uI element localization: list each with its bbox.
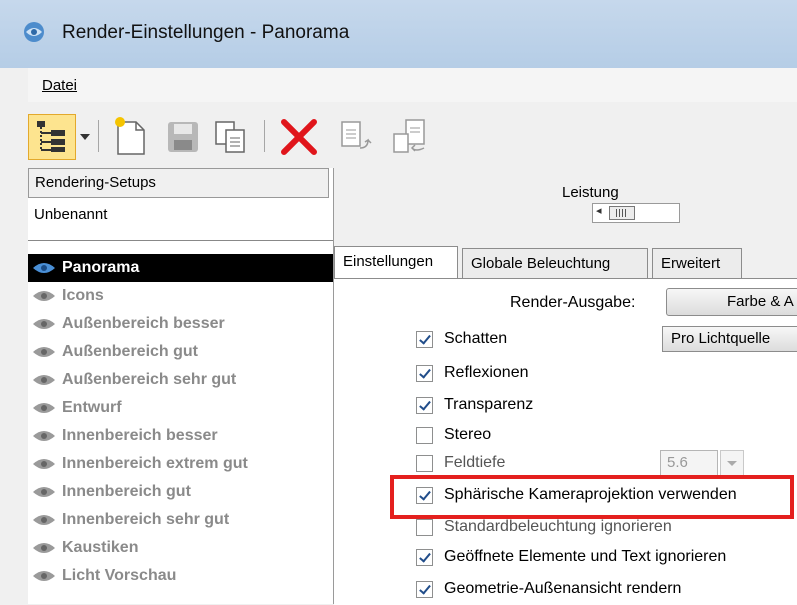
rendering-setups-label: Rendering-Setups	[35, 174, 156, 191]
stereo-checkbox[interactable]	[416, 427, 433, 444]
option-render-exterior[interactable]: Geometrie-Außenansicht rendern	[416, 578, 797, 602]
eye-icon	[33, 403, 55, 413]
list-item[interactable]: Innenbereich extrem gut	[28, 450, 333, 478]
eye-icon	[33, 515, 55, 525]
delete-icon	[281, 119, 317, 155]
eye-icon	[33, 319, 55, 329]
export-button[interactable]	[332, 114, 378, 158]
shadows-checkbox[interactable]	[416, 331, 433, 348]
list-item[interactable]: Innenbereich sehr gut	[28, 506, 333, 534]
performance-slider[interactable]: ◂	[592, 203, 680, 223]
eye-icon	[33, 543, 55, 553]
title-bar: Render-Einstellungen - Panorama	[0, 0, 797, 68]
list-item[interactable]: Außenbereich besser	[28, 310, 333, 338]
option-transparency[interactable]: Transparenz	[416, 394, 797, 418]
copy-icon	[215, 121, 245, 153]
toolbar-separator	[98, 120, 99, 152]
import-icon	[393, 119, 425, 153]
export-icon	[341, 121, 372, 149]
toolbar	[28, 102, 797, 168]
new-button[interactable]	[108, 114, 154, 158]
setup-name-field[interactable]: Unbenannt	[34, 206, 107, 223]
list-item[interactable]: Außenbereich sehr gut	[28, 366, 333, 394]
tree-view-icon	[37, 121, 65, 152]
tab-settings[interactable]: Einstellungen	[334, 246, 458, 279]
new-document-icon	[115, 117, 145, 155]
depth-of-field-checkbox[interactable]	[416, 455, 433, 472]
eye-icon	[33, 571, 55, 581]
performance-label: Leistung	[562, 184, 619, 201]
eye-icon	[33, 431, 55, 441]
tab-advanced[interactable]: Erweitert	[652, 248, 742, 280]
depth-of-field-input[interactable]: 5.6	[660, 450, 718, 476]
option-reflections[interactable]: Reflexionen	[416, 362, 797, 386]
save-button[interactable]	[160, 114, 206, 158]
list-item[interactable]: Licht Vorschau	[28, 562, 333, 590]
eye-icon	[33, 375, 55, 385]
rendering-setups-panel: Rendering-Setups Unbenannt Panorama Icon…	[28, 168, 334, 604]
option-stereo[interactable]: Stereo	[416, 424, 797, 448]
list-item[interactable]: Panorama	[28, 254, 333, 282]
eye-icon	[33, 291, 55, 301]
copy-button[interactable]	[208, 114, 254, 158]
app-icon	[24, 22, 44, 42]
slider-thumb[interactable]	[609, 206, 635, 220]
ignore-default-lighting-checkbox[interactable]	[416, 519, 433, 536]
rendering-setups-header: Rendering-Setups	[28, 168, 329, 198]
tab-global-illumination[interactable]: Globale Beleuchtung	[462, 248, 648, 280]
settings-panel: Leistung ◂ Einstellungen Globale Beleuch…	[334, 168, 797, 605]
option-ignore-default-lighting[interactable]: Standardbeleuchtung ignorieren	[416, 516, 797, 540]
list-item[interactable]: Kaustiken	[28, 534, 333, 562]
render-output-button[interactable]: Farbe & A	[666, 288, 797, 316]
reflections-checkbox[interactable]	[416, 365, 433, 382]
tree-view-button[interactable]	[28, 114, 76, 160]
panel-divider	[28, 240, 333, 241]
option-shadows[interactable]: Schatten	[416, 328, 797, 352]
depth-of-field-dropdown-button[interactable]	[720, 450, 744, 476]
window-title: Render-Einstellungen - Panorama	[62, 22, 350, 43]
ignore-open-elements-checkbox[interactable]	[416, 549, 433, 566]
list-item[interactable]: Innenbereich gut	[28, 478, 333, 506]
save-icon	[168, 122, 198, 152]
render-output-label: Render-Ausgabe:	[510, 294, 636, 311]
list-item[interactable]: Außenbereich gut	[28, 338, 333, 366]
transparency-checkbox[interactable]	[416, 397, 433, 414]
tree-view-dropdown[interactable]	[76, 114, 94, 158]
highlight-annotation	[390, 475, 794, 519]
list-item[interactable]: Icons	[28, 282, 333, 310]
menu-bar: Datei	[28, 68, 797, 102]
eye-icon	[33, 487, 55, 497]
option-ignore-open-elements[interactable]: Geöffnete Elemente und Text ignorieren	[416, 546, 797, 570]
slider-left-arrow-icon[interactable]: ◂	[596, 204, 602, 217]
eye-icon	[33, 347, 55, 357]
list-item[interactable]: Innenbereich besser	[28, 422, 333, 450]
eye-icon	[33, 263, 55, 273]
dropdown-arrow-icon	[80, 134, 90, 140]
list-item[interactable]: Entwurf	[28, 394, 333, 422]
delete-button[interactable]	[276, 114, 322, 158]
toolbar-separator	[264, 120, 265, 152]
render-exterior-checkbox[interactable]	[416, 581, 433, 598]
eye-icon	[33, 459, 55, 469]
import-button[interactable]	[388, 114, 434, 158]
menu-file[interactable]: Datei	[42, 77, 77, 94]
